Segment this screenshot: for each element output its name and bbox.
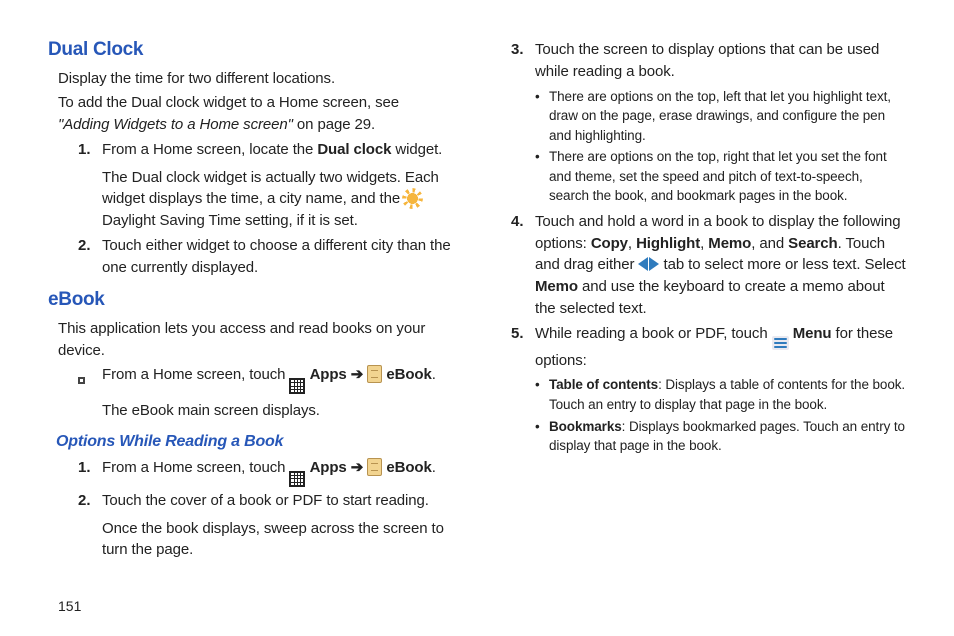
text: To add the Dual clock widget to a Home s… — [58, 94, 399, 111]
dual-clock-desc: Display the time for two different locat… — [58, 68, 453, 90]
bold-menu: Menu — [793, 325, 832, 342]
text: . — [432, 366, 436, 383]
bullet-item: • There are options on the top, right th… — [535, 147, 906, 206]
text: From a Home screen, touch — [102, 366, 289, 383]
text: tab to select more or less text. Select — [659, 256, 905, 273]
step-number: 2. — [78, 490, 102, 561]
left-column: Dual Clock Display the time for two diff… — [48, 36, 453, 564]
step-text: Touch either widget to choose a differen… — [102, 235, 453, 279]
bullet-item: • Bookmarks: Displays bookmarked pages. … — [535, 417, 906, 456]
ebook-desc: This application lets you access and rea… — [58, 318, 453, 362]
text: While reading a book or PDF, touch — [535, 325, 772, 342]
dst-sun-icon — [404, 190, 421, 207]
ebook-app-icon — [367, 365, 382, 383]
heading-options-reading: Options While Reading a Book — [56, 430, 453, 453]
bold-apps: Apps — [310, 366, 347, 383]
bullet-dot-icon: • — [535, 87, 549, 146]
text: From a Home screen, touch — [102, 459, 289, 476]
list-item: From a Home screen, touch Apps ➔ eBook. … — [78, 364, 453, 422]
text: and use the keyboard to create a memo ab… — [535, 278, 885, 317]
ebook-app-icon — [367, 458, 382, 476]
bullet-item: • There are options on the top, left tha… — [535, 87, 906, 146]
square-bullet-icon — [78, 369, 102, 427]
page-number: 151 — [58, 596, 81, 616]
step-number: 1. — [78, 139, 102, 232]
step-2: 2. Touch either widget to choose a diffe… — [78, 235, 453, 279]
text: . — [432, 459, 436, 476]
text: The eBook main screen displays. — [102, 402, 320, 419]
text: Daylight Saving Time setting, if it is s… — [102, 212, 358, 229]
selection-tab-right-icon — [649, 257, 659, 271]
step-text: While reading a book or PDF, touch Menu … — [535, 323, 906, 458]
bold-ebook: eBook — [386, 459, 431, 476]
bullet-dot-icon: • — [535, 375, 549, 414]
step-text: From a Home screen, locate the Dual cloc… — [102, 139, 453, 232]
heading-ebook: eBook — [48, 286, 453, 314]
bold-search: Search — [788, 235, 837, 252]
text: widget. — [391, 141, 442, 158]
step-3: 3. Touch the screen to display options t… — [511, 39, 906, 208]
selection-tab-left-icon — [638, 257, 648, 271]
step-1: 1. From a Home screen, touch Apps ➔ eBoo… — [78, 457, 453, 487]
apps-grid-icon — [289, 471, 305, 487]
step-1: 1. From a Home screen, locate the Dual c… — [78, 139, 453, 232]
dual-clock-steps: 1. From a Home screen, locate the Dual c… — [78, 139, 453, 279]
step-2: 2. Touch the cover of a book or PDF to s… — [78, 490, 453, 561]
step-text: Touch the cover of a book or PDF to star… — [102, 490, 453, 561]
bold-highlight: Highlight — [636, 235, 700, 252]
step-text: From a Home screen, touch Apps ➔ eBook. — [102, 457, 453, 487]
step-number: 2. — [78, 235, 102, 279]
bold-dual-clock: Dual clock — [317, 141, 391, 158]
reading-steps-left: 1. From a Home screen, touch Apps ➔ eBoo… — [78, 457, 453, 561]
ref-italic: "Adding Widgets to a Home screen" — [58, 116, 293, 133]
step-number: 1. — [78, 457, 102, 487]
arrow-right-icon: ➔ — [351, 366, 363, 383]
text: From a Home screen, locate the — [102, 141, 317, 158]
bold-apps: Apps — [310, 459, 347, 476]
reading-steps-right: 3. Touch the screen to display options t… — [511, 39, 906, 458]
bullet-text: There are options on the top, left that … — [549, 87, 906, 146]
bullet-dot-icon: • — [535, 417, 549, 456]
bullet-item: • Table of contents: Displays a table of… — [535, 375, 906, 414]
bold-ebook: eBook — [386, 366, 431, 383]
step5-bullets: • Table of contents: Displays a table of… — [535, 375, 906, 455]
ebook-launch-list: From a Home screen, touch Apps ➔ eBook. … — [78, 364, 453, 422]
text: Touch the screen to display options that… — [535, 41, 879, 80]
text: on page 29. — [293, 116, 375, 133]
step-4: 4. Touch and hold a word in a book to di… — [511, 211, 906, 320]
step-5: 5. While reading a book or PDF, touch Me… — [511, 323, 906, 458]
arrow-right-icon: ➔ — [351, 459, 363, 476]
heading-dual-clock: Dual Clock — [48, 36, 453, 64]
bold-memo: Memo — [535, 278, 578, 295]
bullet-text: Table of contents: Displays a table of c… — [549, 375, 906, 414]
step-number: 4. — [511, 211, 535, 320]
bold-memo: Memo — [708, 235, 751, 252]
dual-clock-ref: To add the Dual clock widget to a Home s… — [58, 92, 453, 136]
menu-hamburger-icon — [772, 336, 789, 350]
step-text: Touch and hold a word in a book to displ… — [535, 211, 906, 320]
bold-bookmarks: Bookmarks — [549, 419, 622, 434]
bold-toc: Table of contents — [549, 377, 658, 392]
list-text: From a Home screen, touch Apps ➔ eBook. … — [102, 364, 453, 422]
step3-bullets: • There are options on the top, left tha… — [535, 87, 906, 206]
bullet-text: Bookmarks: Displays bookmarked pages. To… — [549, 417, 906, 456]
right-column: 3. Touch the screen to display options t… — [501, 36, 906, 564]
bullet-dot-icon: • — [535, 147, 549, 206]
bold-copy: Copy — [591, 235, 628, 252]
bullet-text: There are options on the top, right that… — [549, 147, 906, 206]
page-columns: Dual Clock Display the time for two diff… — [48, 36, 906, 564]
step-number: 5. — [511, 323, 535, 458]
text: Touch the cover of a book or PDF to star… — [102, 492, 429, 509]
apps-grid-icon — [289, 378, 305, 394]
step-number: 3. — [511, 39, 535, 208]
step-text: Touch the screen to display options that… — [535, 39, 906, 208]
text: The Dual clock widget is actually two wi… — [102, 169, 439, 208]
text: Once the book displays, sweep across the… — [102, 520, 444, 559]
